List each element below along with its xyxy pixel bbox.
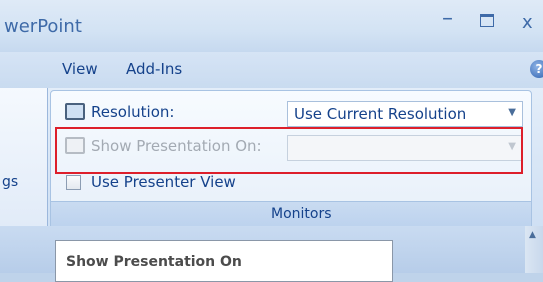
resolution-dropdown[interactable]: Use Current Resolution ▼ bbox=[287, 101, 523, 127]
settings-group: gs bbox=[0, 88, 48, 226]
tooltip: Show Presentation On bbox=[55, 240, 393, 282]
window-title: werPoint bbox=[4, 16, 82, 37]
presenter-view-checkbox[interactable] bbox=[66, 175, 81, 190]
help-icon[interactable]: ? bbox=[530, 60, 543, 78]
vertical-scrollbar[interactable]: ▲ bbox=[525, 226, 543, 273]
highlight-box bbox=[55, 127, 523, 174]
minimize-button[interactable]: – bbox=[442, 6, 453, 31]
settings-group-label: gs bbox=[2, 174, 19, 190]
resolution-label: Resolution: bbox=[91, 103, 175, 121]
tooltip-title: Show Presentation On bbox=[66, 254, 242, 270]
chevron-down-icon[interactable]: ▼ bbox=[508, 107, 516, 118]
tab-view[interactable]: View bbox=[62, 60, 98, 78]
scroll-up-icon[interactable]: ▲ bbox=[529, 230, 536, 240]
monitors-caption-label: Monitors bbox=[271, 206, 332, 222]
maximize-button[interactable] bbox=[480, 14, 494, 27]
resolution-value: Use Current Resolution bbox=[294, 105, 467, 123]
presenter-view-label[interactable]: Use Presenter View bbox=[91, 173, 236, 191]
monitors-group-caption: Monitors bbox=[51, 201, 531, 228]
resolution-icon bbox=[65, 103, 85, 120]
ribbon-tab-row: View Add-Ins ? bbox=[0, 52, 543, 88]
title-bar: werPoint – x bbox=[0, 0, 543, 52]
slide-area: Show Presentation On ▲ bbox=[0, 226, 543, 282]
close-button[interactable]: x bbox=[522, 12, 533, 33]
tab-add-ins[interactable]: Add-Ins bbox=[126, 60, 182, 78]
